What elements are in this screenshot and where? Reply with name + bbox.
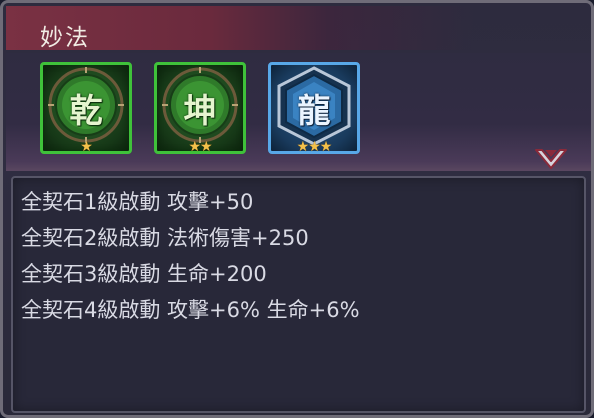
fate-gem-panel: 妙法 乾 ★ 坤 ★★ 龍 ★★★ 全契石1級啟動 攻擊+50 全契石2級啟動 … <box>0 0 594 418</box>
gem-slot-long[interactable]: 龍 ★★★ <box>268 62 360 154</box>
chevron-down-icon[interactable] <box>534 141 568 175</box>
panel-title: 妙法 <box>40 25 90 51</box>
gem-slot-kun[interactable]: 坤 ★★ <box>154 62 246 154</box>
panel-header: 妙法 <box>6 6 591 51</box>
bonus-line: 全契石2級啟動 法術傷害+250 <box>21 226 309 250</box>
star-rating: ★★ <box>188 139 212 155</box>
star-rating: ★ <box>80 139 93 155</box>
bonus-description-box: 全契石1級啟動 攻擊+50 全契石2級啟動 法術傷害+250 全契石3級啟動 生… <box>11 176 586 413</box>
bonus-line: 全契石1級啟動 攻擊+50 <box>21 190 254 214</box>
star-rating: ★★★ <box>296 139 333 155</box>
gem-glyph: 坤 <box>183 91 217 130</box>
gem-slot-row: 乾 ★ 坤 ★★ 龍 ★★★ <box>6 53 591 171</box>
gem-slot-qian[interactable]: 乾 ★ <box>40 62 132 154</box>
bonus-line: 全契石3級啟動 生命+200 <box>21 262 267 286</box>
gem-glyph: 龍 <box>297 91 331 130</box>
gem-glyph: 乾 <box>69 91 103 130</box>
bonus-line: 全契石4級啟動 攻擊+6% 生命+6% <box>21 298 360 322</box>
